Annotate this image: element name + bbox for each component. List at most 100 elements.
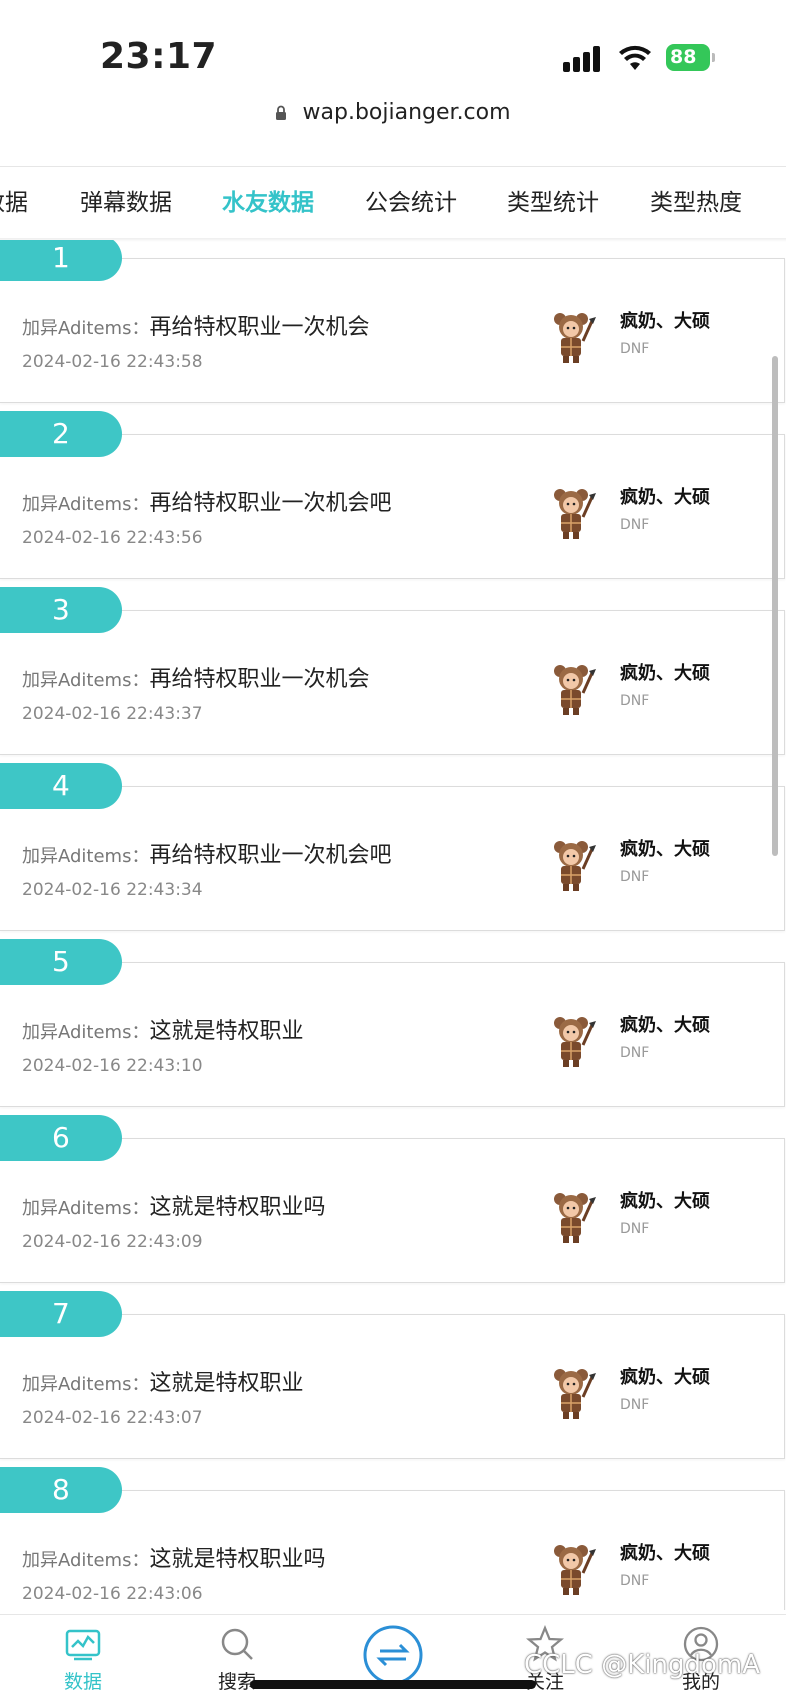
message-line: 加异Aditems：再给特权职业一次机会: [22, 309, 369, 341]
anchor-game: DNF: [620, 693, 650, 709]
message-text: 这就是特权职业: [149, 1019, 304, 1044]
watermark: CCLC @KingdomA: [524, 1650, 760, 1680]
rank-badge: 7: [0, 1291, 122, 1337]
anchor-avatar[interactable]: [542, 307, 600, 365]
message-text: 这就是特权职业吗: [149, 1547, 326, 1572]
message-text: 再给特权职业一次机会吧: [149, 843, 392, 868]
anchor-game: DNF: [620, 1221, 650, 1237]
rank-number: 5: [52, 945, 70, 978]
rank-number: 6: [52, 1121, 70, 1154]
rank-badge: 1: [0, 240, 122, 281]
anchor-avatar[interactable]: [542, 483, 600, 541]
list-item[interactable]: 3 加异Aditems：再给特权职业一次机会 2024-02-16 22:43:37…: [0, 587, 785, 755]
anchor-name[interactable]: 疯奶、大硕: [620, 483, 710, 509]
message-text: 这就是特权职业: [149, 1371, 304, 1396]
message-time: 2024-02-16 22:43:09: [22, 1232, 203, 1252]
rank-badge: 3: [0, 587, 122, 633]
category-tabs: 数据 弹幕数据 水友数据 公会统计 类型统计 类型热度: [0, 166, 786, 231]
status-time: 23:17: [100, 36, 218, 77]
message-text: 再给特权职业一次机会吧: [149, 491, 392, 516]
message-time: 2024-02-16 22:43:37: [22, 704, 203, 724]
anchor-name[interactable]: 疯奶、大硕: [620, 659, 710, 685]
list-item[interactable]: 4 加异Aditems：再给特权职业一次机会吧 2024-02-16 22:43:3…: [0, 763, 785, 931]
list-item[interactable]: 8 加异Aditems：这就是特权职业吗 2024-02-16 22:43:06 疯奶…: [0, 1467, 785, 1610]
message-time: 2024-02-16 22:43:06: [22, 1584, 203, 1604]
message-line: 加异Aditems：再给特权职业一次机会: [22, 661, 369, 693]
anchor-avatar[interactable]: [542, 1363, 600, 1421]
anchor-name[interactable]: 疯奶、大硕: [620, 1187, 710, 1213]
status-bar: 23:17 88: [0, 0, 786, 100]
message-line: 加异Aditems：再给特权职业一次机会吧: [22, 485, 391, 517]
tab-type-stats[interactable]: 类型统计: [507, 183, 599, 217]
anchor-name[interactable]: 疯奶、大硕: [620, 307, 710, 333]
anchor-name[interactable]: 疯奶、大硕: [620, 1011, 710, 1037]
tab-viewer-data[interactable]: 水友数据: [222, 183, 314, 217]
rank-number: 3: [52, 593, 70, 626]
viewer-name[interactable]: 加异Aditems：: [22, 1550, 149, 1571]
list-item[interactable]: 2 加异Aditems：再给特权职业一次机会吧 2024-02-16 22:43:5…: [0, 411, 785, 579]
rank-badge: 6: [0, 1115, 122, 1161]
message-time: 2024-02-16 22:43:07: [22, 1408, 203, 1428]
rank-badge: 4: [0, 763, 122, 809]
nav-data[interactable]: 数据: [38, 1625, 128, 1694]
anchor-game: DNF: [620, 1573, 650, 1589]
rank-number: 1: [52, 241, 70, 274]
viewer-name[interactable]: 加异Aditems：: [22, 1198, 149, 1219]
anchor-game: DNF: [620, 869, 650, 885]
search-icon: [221, 1628, 253, 1660]
viewer-name[interactable]: 加异Aditems：: [22, 670, 149, 691]
tab-type-heat[interactable]: 类型热度: [650, 183, 742, 217]
anchor-game: DNF: [620, 1397, 650, 1413]
viewer-name[interactable]: 加异Aditems：: [22, 846, 149, 867]
anchor-game: DNF: [620, 517, 650, 533]
rank-badge: 8: [0, 1467, 122, 1513]
address-bar[interactable]: wap.bojianger.com: [0, 100, 786, 146]
list-item[interactable]: 7 加异Aditems：这就是特权职业 2024-02-16 22:43:07 疯奶、…: [0, 1291, 785, 1459]
anchor-avatar[interactable]: [542, 1539, 600, 1597]
anchor-name[interactable]: 疯奶、大硕: [620, 835, 710, 861]
cellular-signal-icon: [563, 46, 603, 72]
message-time: 2024-02-16 22:43:10: [22, 1056, 203, 1076]
rank-badge: 2: [0, 411, 122, 457]
rank-number: 4: [52, 769, 70, 802]
battery-level: 88: [666, 44, 710, 71]
tab-data[interactable]: 数据: [0, 183, 28, 217]
danmaku-list: 1 加异Aditems：再给特权职业一次机会 2024-02-16 22:43:58…: [0, 240, 786, 1610]
viewer-name[interactable]: 加异Aditems：: [22, 494, 149, 515]
battery-icon: 88: [666, 44, 715, 71]
message-line: 加异Aditems：这就是特权职业: [22, 1013, 303, 1045]
message-time: 2024-02-16 22:43:58: [22, 352, 203, 372]
message-line: 加异Aditems：这就是特权职业吗: [22, 1189, 325, 1221]
message-text: 再给特权职业一次机会: [149, 667, 370, 692]
message-line: 加异Aditems：这就是特权职业吗: [22, 1541, 325, 1573]
rank-badge: 5: [0, 939, 122, 985]
viewer-name[interactable]: 加异Aditems：: [22, 1022, 149, 1043]
rank-number: 2: [52, 417, 70, 450]
rank-number: 7: [52, 1297, 70, 1330]
anchor-avatar[interactable]: [542, 835, 600, 893]
tab-guild-stats[interactable]: 公会统计: [365, 183, 457, 217]
anchor-name[interactable]: 疯奶、大硕: [620, 1363, 710, 1389]
list-item[interactable]: 6 加异Aditems：这就是特权职业吗 2024-02-16 22:43:09 疯奶…: [0, 1115, 785, 1283]
anchor-game: DNF: [620, 341, 650, 357]
viewer-name[interactable]: 加异Aditems：: [22, 1374, 149, 1395]
anchor-name[interactable]: 疯奶、大硕: [620, 1539, 710, 1565]
tab-danmaku-data[interactable]: 弹幕数据: [80, 183, 172, 217]
anchor-avatar[interactable]: [542, 1011, 600, 1069]
list-item[interactable]: 1 加异Aditems：再给特权职业一次机会 2024-02-16 22:43:58…: [0, 240, 785, 403]
message-text: 这就是特权职业吗: [149, 1195, 326, 1220]
anchor-avatar[interactable]: [542, 1187, 600, 1245]
list-item[interactable]: 5 加异Aditems：这就是特权职业 2024-02-16 22:43:10 疯奶、…: [0, 939, 785, 1107]
home-indicator: [250, 1680, 536, 1689]
message-time: 2024-02-16 22:43:34: [22, 880, 203, 900]
rank-number: 8: [52, 1473, 70, 1506]
nav-data-label: 数据: [63, 1671, 102, 1693]
lock-icon: [276, 105, 287, 120]
viewer-name[interactable]: 加异Aditems：: [22, 318, 149, 339]
scrollbar[interactable]: [772, 356, 778, 856]
swap-icon[interactable]: [360, 1615, 426, 1681]
wifi-icon: [619, 45, 651, 70]
message-text: 再给特权职业一次机会: [149, 315, 370, 340]
anchor-avatar[interactable]: [542, 659, 600, 717]
anchor-game: DNF: [620, 1045, 650, 1061]
